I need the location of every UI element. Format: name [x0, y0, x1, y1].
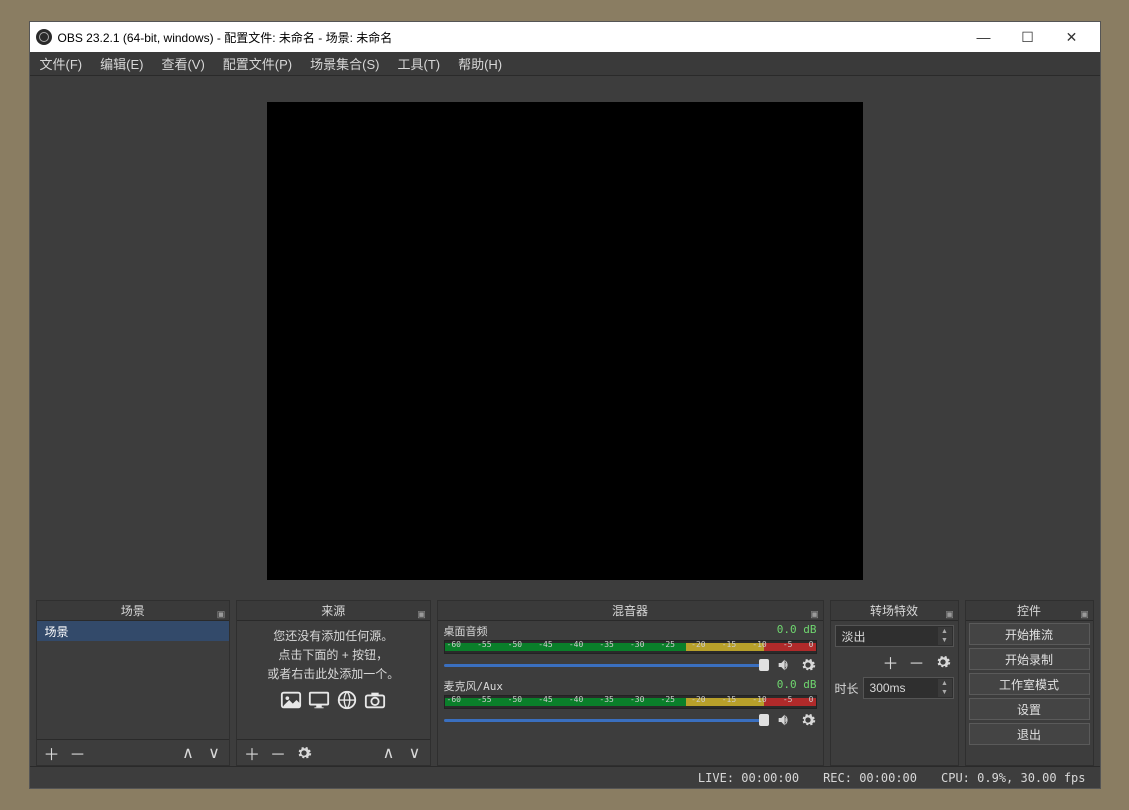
settings-button[interactable]: 设置 [969, 698, 1090, 720]
transition-properties-button[interactable] [932, 651, 954, 673]
volume-slider[interactable] [444, 713, 769, 727]
dock-grip-icon[interactable]: ▣ [1080, 604, 1090, 614]
exit-button[interactable]: 退出 [969, 723, 1090, 745]
mixer-channel-name: 桌面音频 [444, 623, 488, 639]
add-source-button[interactable]: ＋ [241, 742, 263, 764]
source-properties-button[interactable] [293, 742, 315, 764]
panel-sources-header: 来源 ▣ [237, 601, 430, 621]
volume-meter: -60-55-50-45-40-35-30-25-20-15-10-50 [444, 695, 817, 709]
mixer-settings-button[interactable] [799, 656, 817, 674]
dock-grip-icon[interactable]: ▣ [945, 604, 955, 614]
move-source-up-button[interactable]: ∧ [378, 742, 400, 764]
panel-mixer-title: 混音器 [612, 604, 648, 618]
panel-transitions-title: 转场特效 [870, 604, 918, 618]
dock-grip-icon[interactable]: ▣ [417, 604, 427, 614]
move-scene-up-button[interactable]: ∧ [177, 742, 199, 764]
browser-source-icon [335, 689, 359, 717]
panel-sources-title: 来源 [321, 604, 345, 618]
duration-input[interactable]: 300ms ▲▼ [863, 677, 954, 699]
display-source-icon [307, 689, 331, 717]
spinner-arrows-icon[interactable]: ▲▼ [938, 679, 952, 697]
menu-tools[interactable]: 工具(T) [393, 52, 444, 75]
close-button[interactable]: ✕ [1050, 22, 1094, 52]
add-scene-button[interactable]: ＋ [41, 742, 63, 764]
status-live: LIVE: 00:00:00 [698, 771, 799, 785]
dock-grip-icon[interactable]: ▣ [810, 604, 820, 614]
panel-controls-title: 控件 [1017, 604, 1041, 618]
panel-mixer: 混音器 ▣ 桌面音频 0.0 dB -60-55-50-45-40-35-30-… [437, 600, 824, 766]
sources-toolbar: ＋ － ∧ ∨ [237, 739, 430, 765]
scenes-toolbar: ＋ － ∧ ∨ [37, 739, 230, 765]
mixer-channel-level: 0.0 dB [777, 678, 817, 694]
mute-button[interactable] [775, 711, 793, 729]
panel-scenes-header: 场景 ▣ [37, 601, 230, 621]
add-transition-button[interactable]: ＋ [880, 651, 902, 673]
remove-source-button[interactable]: － [267, 742, 289, 764]
transition-select[interactable]: 淡出 ▲▼ [835, 625, 954, 647]
app-window: OBS 23.2.1 (64-bit, windows) - 配置文件: 未命名… [29, 21, 1101, 789]
statusbar: LIVE: 00:00:00 REC: 00:00:00 CPU: 0.9%, … [30, 766, 1100, 788]
camera-source-icon [363, 689, 387, 717]
menu-help[interactable]: 帮助(H) [454, 52, 506, 75]
menu-edit[interactable]: 编辑(E) [96, 52, 147, 75]
panels-row: 场景 ▣ 场景 ＋ － ∧ ∨ 来源 ▣ 您还没有添加任何源。 [30, 598, 1100, 766]
panel-transitions: 转场特效 ▣ 淡出 ▲▼ ＋ － 时长 300ms ▲▼ [830, 600, 959, 766]
sources-hint-line: 点击下面的 + 按钮， [237, 646, 430, 665]
titlebar: OBS 23.2.1 (64-bit, windows) - 配置文件: 未命名… [30, 22, 1100, 52]
menu-file[interactable]: 文件(F) [36, 52, 87, 75]
start-recording-button[interactable]: 开始录制 [969, 648, 1090, 670]
sources-body[interactable]: 您还没有添加任何源。 点击下面的 + 按钮， 或者右击此处添加一个。 [237, 621, 430, 739]
move-scene-down-button[interactable]: ∨ [203, 742, 225, 764]
panel-sources: 来源 ▣ 您还没有添加任何源。 点击下面的 + 按钮， 或者右击此处添加一个。 [236, 600, 431, 766]
sources-hint-line: 或者右击此处添加一个。 [237, 665, 430, 684]
panel-transitions-header: 转场特效 ▣ [831, 601, 958, 621]
remove-scene-button[interactable]: － [67, 742, 89, 764]
maximize-button[interactable]: ☐ [1006, 22, 1050, 52]
panel-controls: 控件 ▣ 开始推流 开始录制 工作室模式 设置 退出 [965, 600, 1094, 766]
start-streaming-button[interactable]: 开始推流 [969, 623, 1090, 645]
menubar: 文件(F) 编辑(E) 查看(V) 配置文件(P) 场景集合(S) 工具(T) … [30, 52, 1100, 76]
duration-label: 时长 [835, 680, 859, 697]
status-cpu: CPU: 0.9%, 30.00 fps [941, 771, 1086, 785]
preview-area [30, 76, 1100, 598]
volume-slider[interactable] [444, 658, 769, 672]
duration-value: 300ms [870, 681, 906, 695]
mixer-settings-button[interactable] [799, 711, 817, 729]
sources-empty-hint: 您还没有添加任何源。 点击下面的 + 按钮， 或者右击此处添加一个。 [237, 621, 430, 739]
remove-transition-button[interactable]: － [906, 651, 928, 673]
controls-body: 开始推流 开始录制 工作室模式 设置 退出 [966, 621, 1093, 765]
preview-canvas[interactable] [267, 102, 863, 580]
transitions-body: 淡出 ▲▼ ＋ － 时长 300ms ▲▼ [831, 621, 958, 765]
dock-grip-icon[interactable]: ▣ [216, 604, 226, 614]
mixer-channel-level: 0.0 dB [777, 623, 817, 639]
status-rec: REC: 00:00:00 [823, 771, 917, 785]
scene-item[interactable]: 场景 [37, 621, 230, 641]
volume-meter: -60-55-50-45-40-35-30-25-20-15-10-50 [444, 640, 817, 654]
move-source-down-button[interactable]: ∨ [404, 742, 426, 764]
menu-scene-collection[interactable]: 场景集合(S) [306, 52, 383, 75]
mixer-channel-name: 麦克风/Aux [444, 678, 504, 694]
panel-scenes-title: 场景 [121, 604, 145, 618]
minimize-button[interactable]: — [962, 22, 1006, 52]
mixer-channel: 麦克风/Aux 0.0 dB -60-55-50-45-40-35-30-25-… [444, 678, 817, 729]
panel-mixer-header: 混音器 ▣ [438, 601, 823, 621]
scenes-list[interactable]: 场景 [37, 621, 230, 739]
mixer-channel: 桌面音频 0.0 dB -60-55-50-45-40-35-30-25-20-… [444, 623, 817, 674]
image-source-icon [279, 689, 303, 717]
dropdown-arrows-icon: ▲▼ [938, 627, 952, 645]
menu-profile[interactable]: 配置文件(P) [219, 52, 296, 75]
sources-hint-line: 您还没有添加任何源。 [237, 627, 430, 646]
panel-scenes: 场景 ▣ 场景 ＋ － ∧ ∨ [36, 600, 231, 766]
menu-view[interactable]: 查看(V) [157, 52, 208, 75]
studio-mode-button[interactable]: 工作室模式 [969, 673, 1090, 695]
mixer-body: 桌面音频 0.0 dB -60-55-50-45-40-35-30-25-20-… [438, 621, 823, 765]
mute-button[interactable] [775, 656, 793, 674]
panel-controls-header: 控件 ▣ [966, 601, 1093, 621]
transition-selected: 淡出 [842, 628, 866, 645]
app-icon [36, 29, 52, 45]
window-title: OBS 23.2.1 (64-bit, windows) - 配置文件: 未命名… [58, 29, 393, 46]
sources-type-icons [237, 685, 430, 719]
